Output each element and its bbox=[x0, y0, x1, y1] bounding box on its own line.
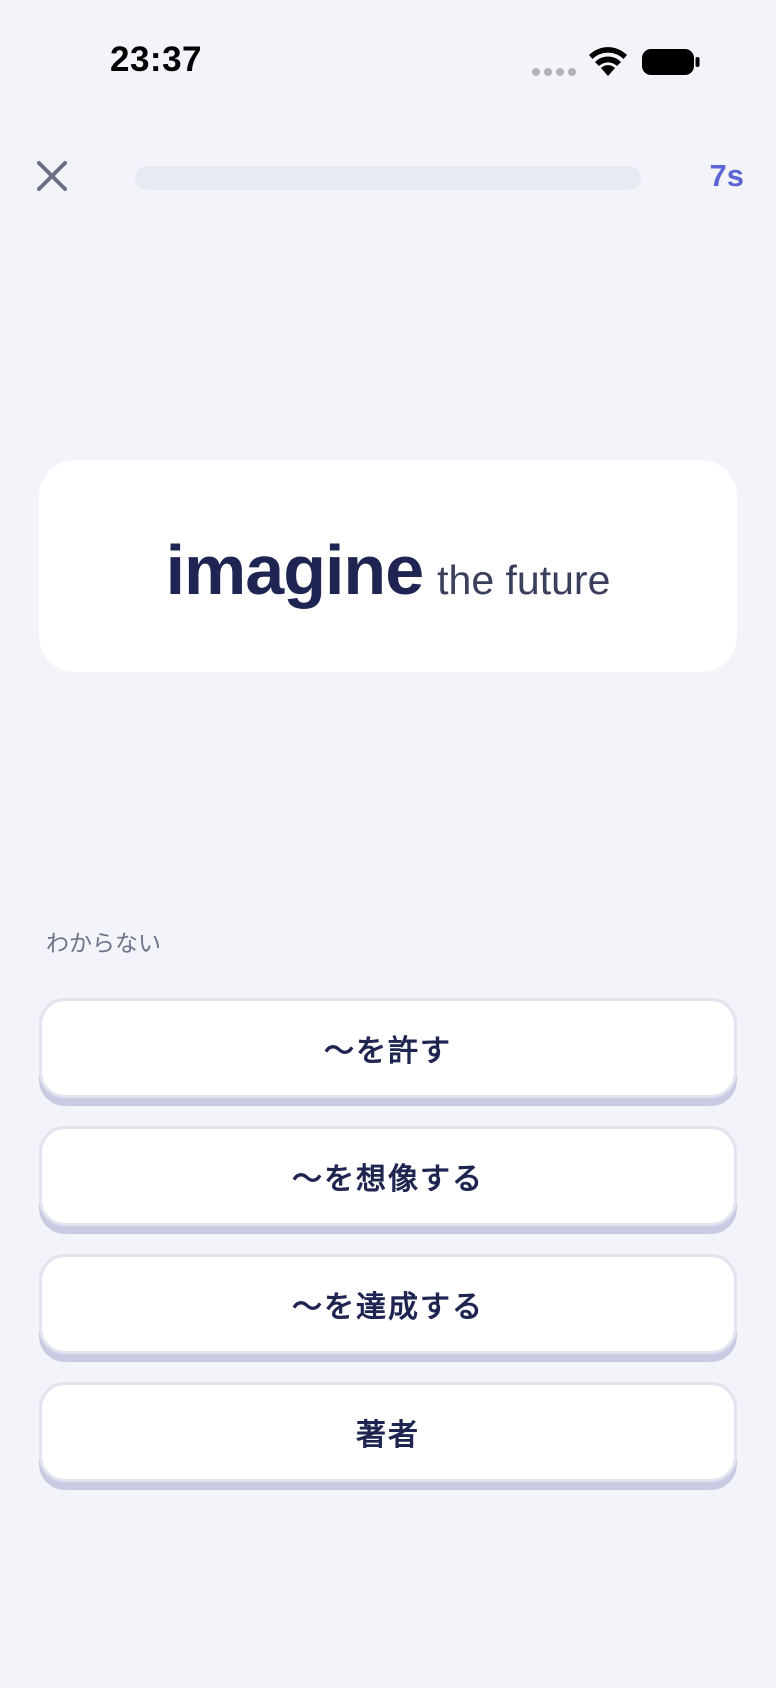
prompt-context: the future bbox=[437, 557, 611, 603]
signal-icon bbox=[532, 68, 576, 78]
timer-label: 7s bbox=[709, 158, 744, 193]
status-time: 23:37 bbox=[110, 40, 203, 79]
answer-option[interactable]: 〜を達成する bbox=[39, 1254, 737, 1354]
quiz-screen: 23:37 7s imagine the future わからない 〜を許す 〜… bbox=[0, 0, 776, 1688]
wifi-icon bbox=[589, 47, 627, 76]
close-icon[interactable] bbox=[34, 158, 70, 194]
answer-option[interactable]: 〜を許す bbox=[39, 998, 737, 1098]
dont-know-button[interactable]: わからない bbox=[46, 924, 161, 958]
prompt-word: imagine bbox=[165, 531, 425, 609]
answer-options: 〜を許す 〜を想像する 〜を達成する 著者 bbox=[39, 998, 737, 1510]
prompt-card: imagine the future bbox=[39, 460, 737, 672]
battery-icon bbox=[642, 49, 700, 75]
answer-option[interactable]: 著者 bbox=[39, 1382, 737, 1482]
answer-option[interactable]: 〜を想像する bbox=[39, 1126, 737, 1226]
timer-progress-bar bbox=[135, 166, 641, 190]
